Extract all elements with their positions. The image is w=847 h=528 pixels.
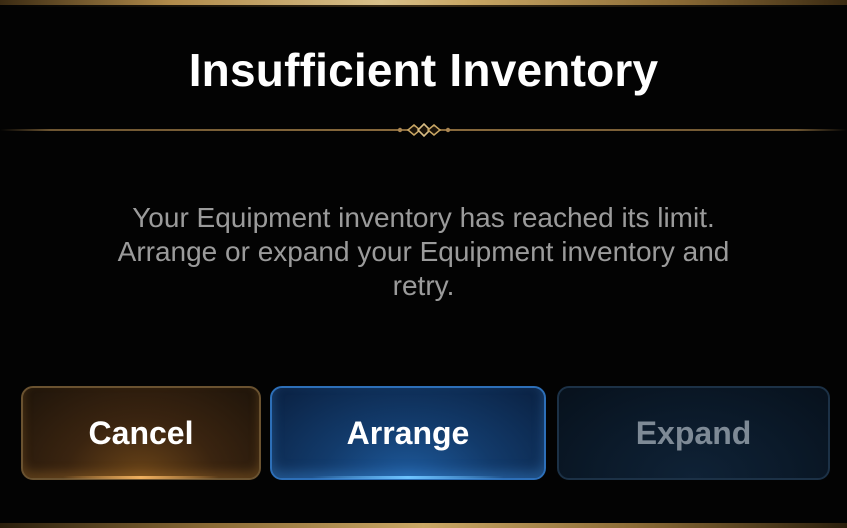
- message-line-2: Arrange or expand your Equipment invento…: [117, 236, 730, 267]
- expand-button-label: Expand: [635, 414, 752, 451]
- arrange-button[interactable]: Arrange: [270, 386, 546, 480]
- cancel-button[interactable]: Cancel: [21, 386, 261, 480]
- expand-button[interactable]: Expand: [557, 386, 830, 480]
- arrange-button-label: Arrange: [346, 414, 470, 451]
- dialog-title: Insufficient Inventory: [188, 44, 659, 96]
- cancel-button-label: Cancel: [88, 414, 194, 451]
- insufficient-inventory-dialog: Insufficient Inventory Your Equipment in…: [0, 0, 847, 528]
- message-line-1: Your Equipment inventory has reached its…: [132, 202, 715, 233]
- diamond-ornament-icon: [397, 122, 451, 138]
- dialog-top-border: [0, 0, 847, 7]
- dialog-message: Your Equipment inventory has reached its…: [80, 201, 767, 303]
- message-line-3: retry.: [392, 270, 455, 301]
- dialog-bottom-border: [0, 523, 847, 528]
